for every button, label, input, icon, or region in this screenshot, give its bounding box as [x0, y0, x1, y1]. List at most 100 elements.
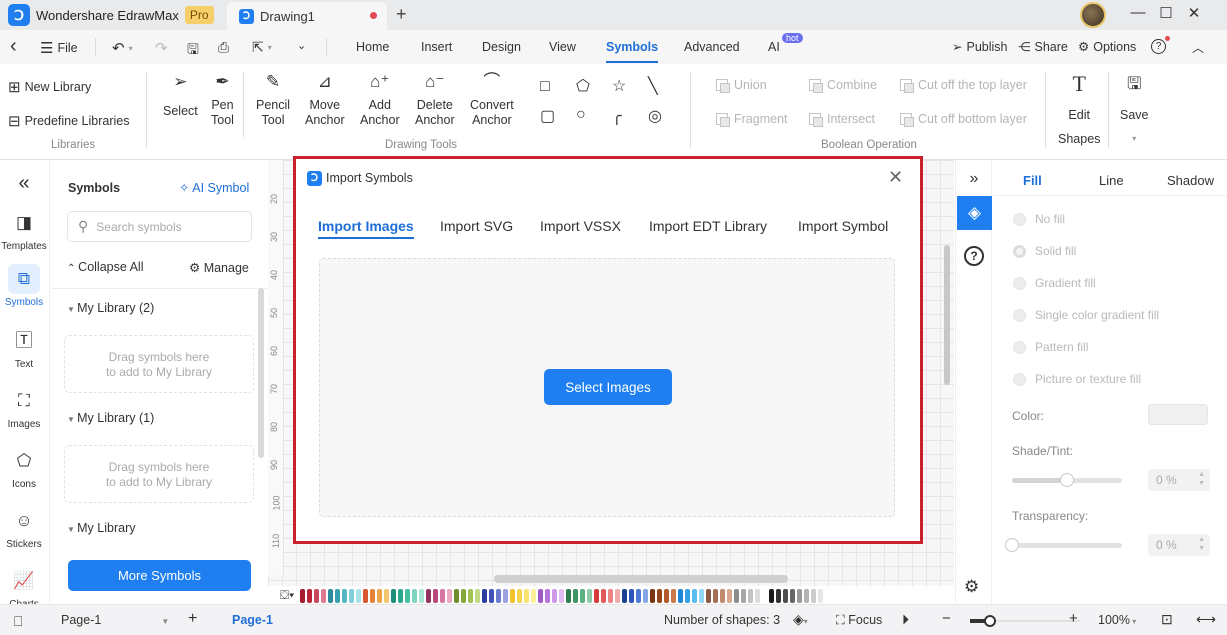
help-panel-button[interactable]: ?	[964, 246, 984, 266]
color-swatch[interactable]	[622, 588, 628, 603]
zoom-out-button[interactable]: −	[942, 610, 951, 627]
color-swatch[interactable]	[594, 588, 600, 603]
color-swatch[interactable]	[776, 588, 782, 603]
move-anchor-button[interactable]: ⊿ Move Anchor	[305, 73, 345, 128]
document-tab[interactable]: Ↄ Drawing1	[227, 2, 387, 30]
intersect-button[interactable]: Intersect	[809, 112, 875, 127]
color-picker[interactable]	[1148, 404, 1208, 425]
line-shape-button[interactable]: ╲	[648, 76, 658, 96]
ai-symbol-button[interactable]: ✧ AI Symbol	[179, 180, 249, 195]
collapse-ribbon-button[interactable]: ︿	[1192, 39, 1204, 56]
color-swatch[interactable]	[615, 588, 621, 603]
file-menu[interactable]: ☰ File	[40, 39, 78, 57]
color-swatch[interactable]	[468, 588, 474, 603]
pro-badge[interactable]: Pro	[184, 6, 214, 24]
color-swatch[interactable]	[328, 588, 334, 603]
spinner-icon[interactable]: ▲ ▼	[1198, 535, 1205, 553]
zoom-level-select[interactable]: 100% ▾	[1098, 613, 1136, 627]
cut-top-layer-button[interactable]: Cut off the top layer	[900, 78, 1027, 93]
zoom-in-button[interactable]: +	[1069, 610, 1078, 627]
slider-handle[interactable]	[1005, 538, 1019, 552]
color-swatch[interactable]	[391, 588, 397, 603]
tab-ai[interactable]: AI	[768, 40, 780, 54]
tab-import-vssx[interactable]: Import VSSX	[540, 218, 621, 234]
color-swatch[interactable]	[727, 588, 733, 603]
color-swatch[interactable]	[706, 588, 712, 603]
color-swatch[interactable]	[524, 588, 530, 603]
play-button[interactable]: ⏵	[902, 611, 909, 628]
color-swatch[interactable]	[503, 588, 509, 603]
share-button[interactable]: ⋲ Share	[1018, 39, 1068, 55]
nav-symbols[interactable]: ⧉ Symbols	[0, 264, 48, 308]
vertical-scrollbar[interactable]	[944, 245, 950, 385]
color-swatch[interactable]	[601, 588, 607, 603]
radio-gradient-fill[interactable]: Gradient fill	[1013, 276, 1096, 290]
color-swatch[interactable]	[412, 588, 418, 603]
select-tool-button[interactable]: ➢ Select	[163, 73, 198, 119]
tab-insert[interactable]: Insert	[421, 40, 452, 54]
minimize-button[interactable]: —	[1124, 4, 1152, 21]
transparency-input[interactable]: 0 % ▲ ▼	[1148, 534, 1210, 556]
collapse-panel-button[interactable]: «	[0, 172, 48, 195]
color-swatch[interactable]	[797, 588, 803, 603]
tab-view[interactable]: View	[549, 40, 576, 54]
color-swatch[interactable]	[818, 588, 824, 603]
back-button[interactable]: ‹	[10, 35, 17, 58]
save-button[interactable]: 🖫 Save ▾	[1120, 75, 1149, 146]
color-swatch[interactable]	[664, 588, 670, 603]
convert-anchor-button[interactable]: ⌒ Convert Anchor	[470, 73, 514, 128]
color-swatch[interactable]	[482, 588, 488, 603]
library-scrollbar[interactable]	[258, 288, 264, 458]
color-swatch[interactable]	[461, 588, 467, 603]
pencil-tool-button[interactable]: ✎ Pencil Tool	[256, 73, 290, 128]
color-swatch[interactable]	[566, 588, 572, 603]
color-swatch[interactable]	[342, 588, 348, 603]
color-swatch[interactable]	[300, 588, 306, 603]
color-swatch[interactable]	[636, 588, 642, 603]
color-swatch[interactable]	[685, 588, 691, 603]
options-button[interactable]: ⚙ Options	[1078, 39, 1136, 55]
settings-button[interactable]: ⚙	[964, 577, 979, 597]
predefine-libraries-button[interactable]: ⊟ Predefine Libraries	[8, 112, 130, 130]
save-quick-button[interactable]: 🖫	[187, 39, 199, 63]
color-swatch[interactable]	[580, 588, 586, 603]
spiral-shape-button[interactable]: ◎	[648, 106, 662, 126]
color-swatch[interactable]	[419, 588, 425, 603]
more-quick-access-button[interactable]: ⌄	[297, 39, 306, 52]
spinner-icon[interactable]: ▲ ▼	[1198, 470, 1205, 488]
rectangle-shape-button[interactable]: □	[540, 78, 550, 96]
color-swatch[interactable]	[377, 588, 383, 603]
star-shape-button[interactable]: ☆	[612, 76, 626, 96]
slider-handle[interactable]	[1060, 473, 1074, 487]
radio-pattern-fill[interactable]: Pattern fill	[1013, 340, 1088, 354]
radio-solid-fill[interactable]: Solid fill	[1013, 244, 1076, 258]
color-swatch[interactable]	[671, 588, 677, 603]
color-swatch[interactable]	[748, 588, 754, 603]
user-avatar[interactable]	[1080, 2, 1106, 28]
color-swatch[interactable]	[734, 588, 740, 603]
color-swatch[interactable]	[426, 588, 432, 603]
export-button[interactable]: ⇱ ▾	[252, 39, 272, 56]
manage-button[interactable]: ⚙ Manage	[189, 260, 249, 275]
union-button[interactable]: Union	[716, 78, 767, 93]
pen-tool-button[interactable]: ✒ Pen Tool	[211, 73, 234, 128]
library-drop-zone[interactable]: Drag symbols here to add to My Library	[64, 335, 254, 393]
color-swatch[interactable]	[384, 588, 390, 603]
color-swatch[interactable]	[356, 588, 362, 603]
combine-button[interactable]: Combine	[809, 78, 877, 93]
color-swatch[interactable]	[643, 588, 649, 603]
color-swatch[interactable]	[587, 588, 593, 603]
library-header[interactable]: ▼ My Library (2)	[67, 301, 154, 315]
color-swatch[interactable]	[713, 588, 719, 603]
tab-design[interactable]: Design	[482, 40, 521, 54]
color-swatch[interactable]	[720, 588, 726, 603]
help-button[interactable]: ?	[1151, 36, 1170, 54]
radio-no-fill[interactable]: No fill	[1013, 212, 1065, 226]
pentagon-shape-button[interactable]: ⬠	[576, 76, 590, 96]
cut-bottom-layer-button[interactable]: Cut off bottom layer	[900, 112, 1027, 127]
color-swatch[interactable]	[475, 588, 481, 603]
fit-page-button[interactable]: ⊡	[1161, 611, 1173, 628]
color-swatch[interactable]	[405, 588, 411, 603]
circle-shape-button[interactable]: ○	[576, 106, 586, 124]
zoom-slider-handle[interactable]	[984, 615, 996, 627]
